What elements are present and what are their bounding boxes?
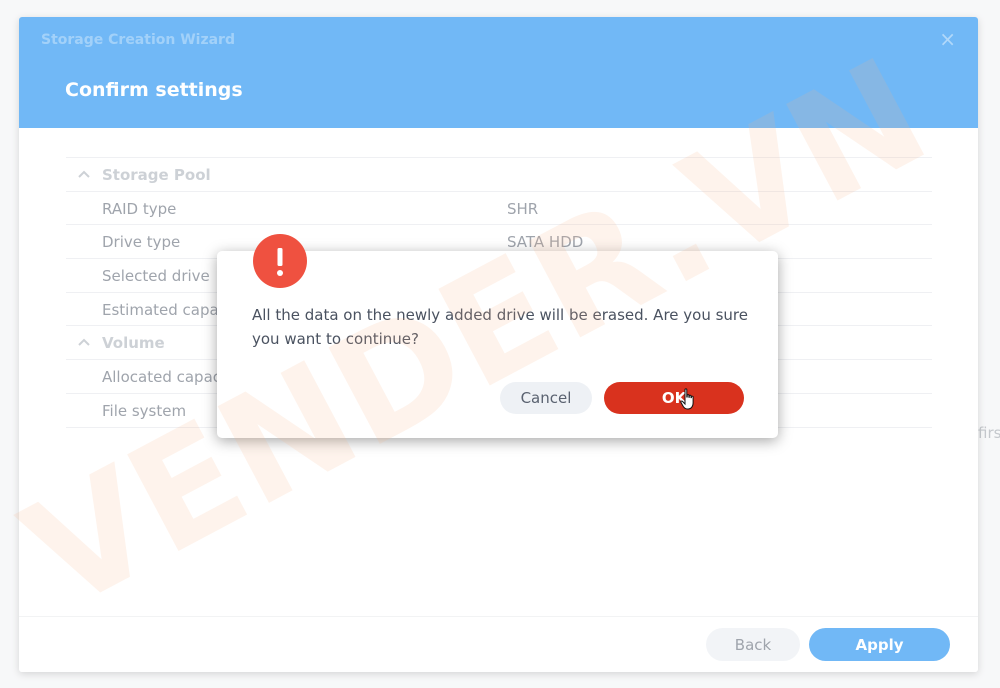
- dialog-message: All the data on the newly added drive wi…: [252, 306, 748, 348]
- ok-button[interactable]: OK: [604, 382, 744, 414]
- exclamation-icon: [253, 234, 307, 288]
- cancel-button[interactable]: Cancel: [500, 382, 592, 414]
- exclamation-icon-glyph: [277, 248, 283, 276]
- confirm-erase-dialog: All the data on the newly added drive wi…: [217, 234, 778, 438]
- hand-cursor-icon: [680, 388, 694, 410]
